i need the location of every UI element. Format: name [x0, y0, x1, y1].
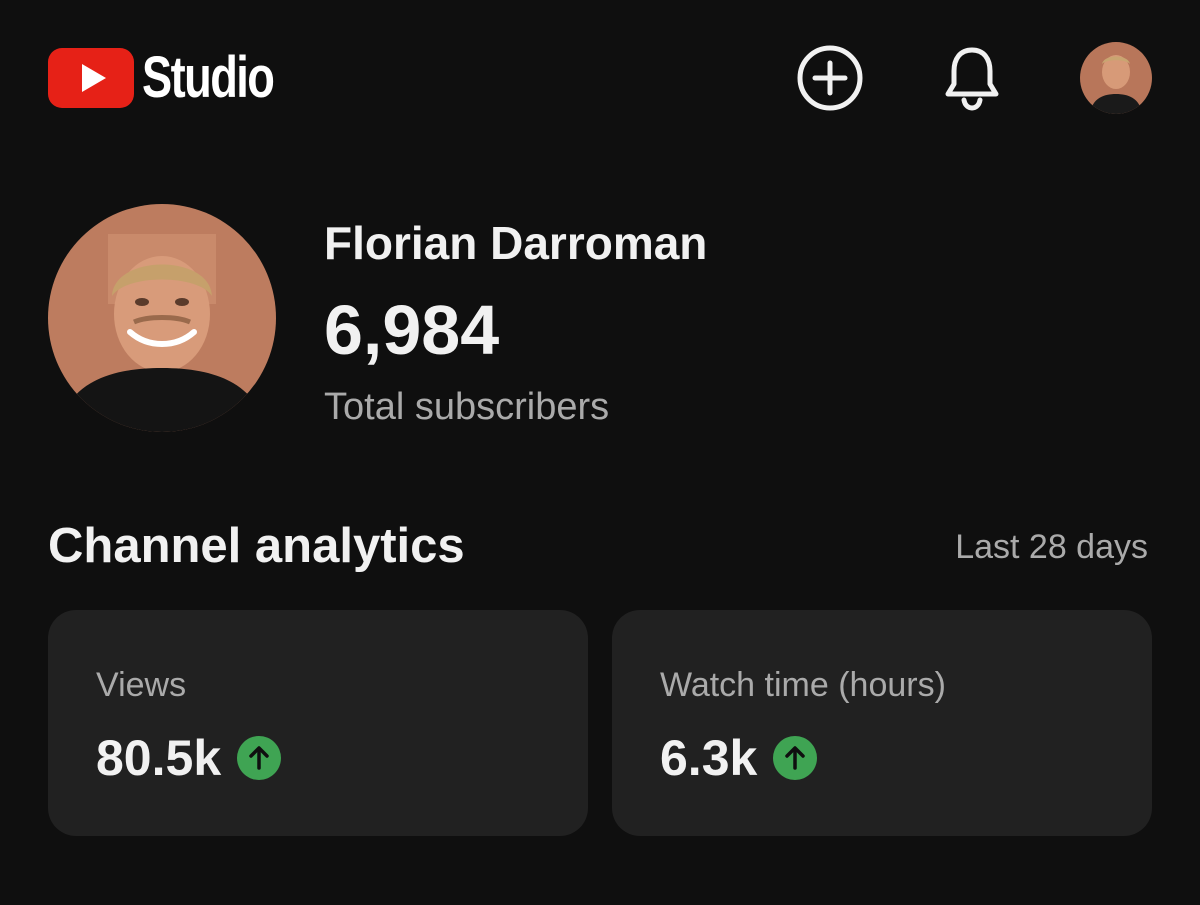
bell-icon	[945, 47, 999, 111]
watch-time-card[interactable]: Watch time (hours) 6.3k	[612, 610, 1152, 836]
analytics-title: Channel analytics	[48, 519, 465, 573]
card-label: Views	[96, 666, 187, 704]
period-selector[interactable]: Last 28 days	[955, 524, 1148, 570]
profile-photo-image	[48, 204, 276, 432]
channel-name: Florian Darroman	[324, 217, 708, 269]
card-value-row: 80.5k	[96, 728, 282, 788]
notifications-button[interactable]	[936, 42, 1008, 114]
plus-circle-icon	[797, 45, 863, 111]
views-card[interactable]: Views 80.5k	[48, 610, 588, 836]
avatar-photo	[1080, 42, 1152, 114]
trend-up-icon	[773, 736, 818, 780]
account-avatar[interactable]	[1080, 42, 1152, 114]
card-value: 80.5k	[96, 730, 222, 786]
trend-up-icon	[237, 736, 282, 780]
studio-logo[interactable]: Studio	[48, 48, 310, 108]
subscriber-count: 6,984	[324, 291, 500, 369]
card-value-row: 6.3k	[660, 728, 818, 788]
logo-text: Studio	[142, 45, 275, 110]
subscriber-label: Total subscribers	[324, 386, 610, 428]
app-header: Studio	[0, 0, 1200, 160]
create-button[interactable]	[794, 42, 866, 114]
youtube-play-icon	[48, 48, 134, 108]
card-value: 6.3k	[660, 730, 758, 786]
card-label: Watch time (hours)	[660, 666, 946, 704]
channel-avatar[interactable]	[48, 204, 276, 432]
